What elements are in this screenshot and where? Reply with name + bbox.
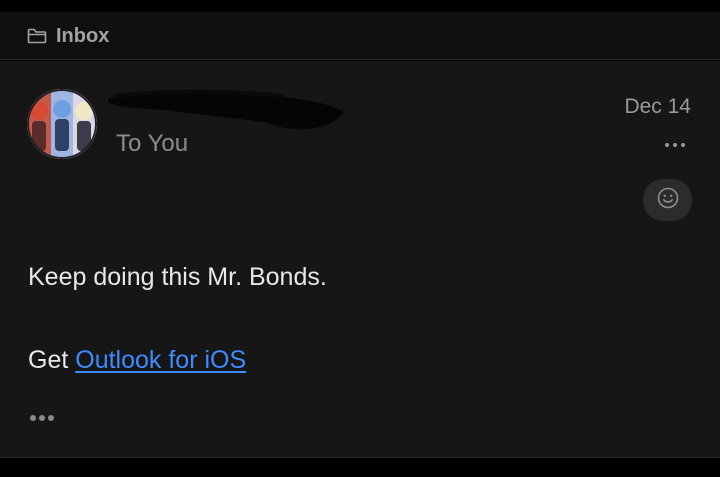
signature-line: Get Outlook for iOS bbox=[28, 345, 246, 375]
dot bbox=[665, 143, 669, 147]
smiley-icon bbox=[657, 187, 679, 214]
folder-name: Inbox bbox=[56, 25, 110, 47]
dot bbox=[681, 143, 685, 147]
dot bbox=[39, 415, 45, 421]
dot bbox=[673, 143, 677, 147]
sender-name-redacted bbox=[104, 88, 348, 134]
message-date: Dec 14 bbox=[624, 95, 691, 118]
message-body-text: Keep doing this Mr. Bonds. bbox=[28, 263, 327, 291]
bottom-edge bbox=[0, 457, 720, 477]
show-quoted-text-button[interactable] bbox=[30, 409, 68, 427]
email-screen: Inbox To You Dec 14 Keep doing this Mr. … bbox=[0, 0, 720, 477]
more-options-button[interactable] bbox=[660, 136, 690, 154]
folder-icon bbox=[27, 28, 47, 44]
top-edge bbox=[0, 0, 720, 12]
sender-avatar[interactable] bbox=[27, 89, 97, 159]
signature-prefix: Get bbox=[28, 346, 76, 374]
recipient-label: To You bbox=[116, 130, 189, 157]
reaction-button[interactable] bbox=[643, 179, 692, 221]
folder-header[interactable]: Inbox bbox=[0, 12, 720, 60]
outlook-ios-link[interactable]: Outlook for iOS bbox=[75, 346, 246, 374]
dot bbox=[30, 415, 36, 421]
dot bbox=[48, 415, 54, 421]
